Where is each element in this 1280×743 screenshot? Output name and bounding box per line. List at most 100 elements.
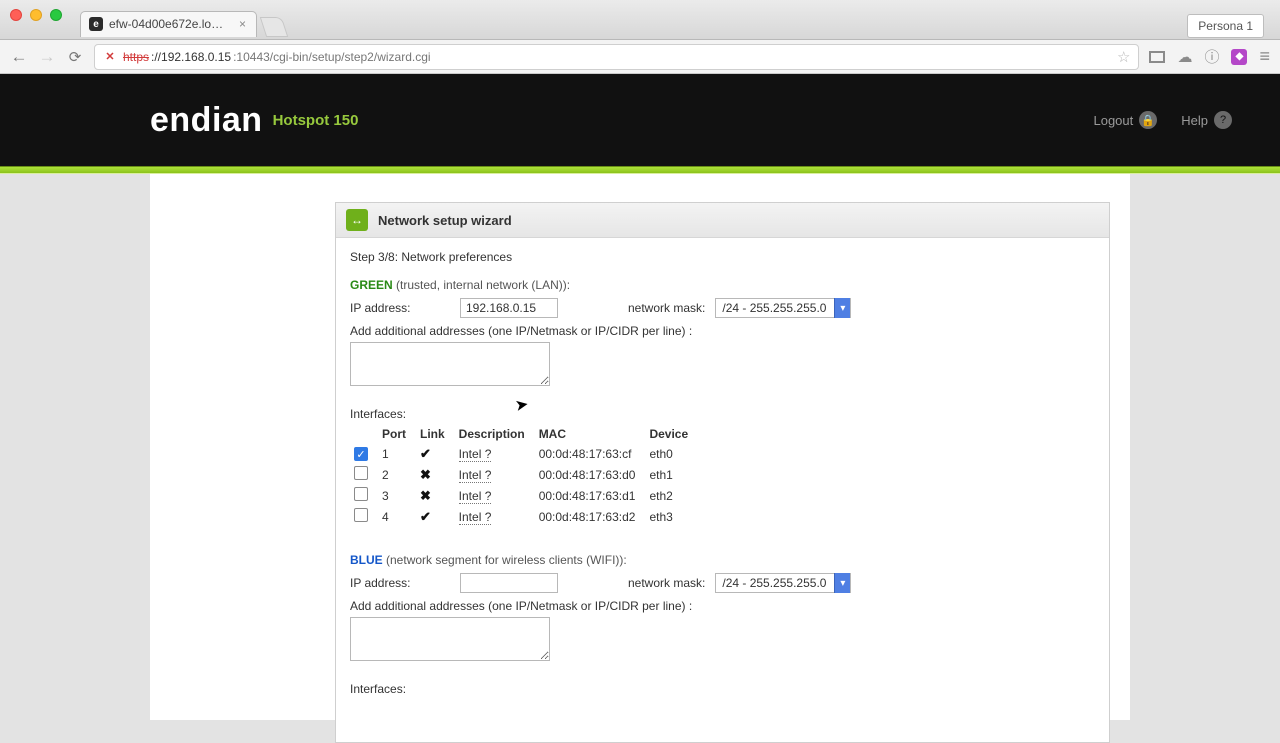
col-desc: Description: [455, 425, 535, 444]
help-icon: ?: [1214, 111, 1232, 129]
iface-desc: Intel ?: [459, 510, 492, 525]
wizard-icon: ↔: [346, 209, 368, 231]
left-gutter: [150, 174, 335, 720]
page-header: endian Hotspot 150 Logout 🔒 Help ?: [0, 74, 1280, 166]
wizard-step: Step 3/8: Network preferences: [350, 250, 1095, 264]
help-link[interactable]: Help ?: [1181, 111, 1232, 129]
bookmark-star-icon[interactable]: ☆: [1117, 48, 1130, 66]
chevron-down-icon: ▾: [834, 573, 850, 593]
tab-title: efw-04d00e672e.localdom: [109, 17, 229, 31]
traffic-lights: [10, 9, 62, 21]
back-button[interactable]: ←: [10, 47, 28, 67]
iface-desc: Intel ?: [459, 468, 492, 483]
extension-icon[interactable]: ◆: [1231, 49, 1247, 65]
table-row: 2✖Intel ?00:0d:48:17:63:d0eth1: [350, 464, 698, 485]
favicon-icon: e: [89, 17, 103, 31]
browser-tab[interactable]: e efw-04d00e672e.localdom ×: [80, 11, 257, 37]
cloud-icon[interactable]: [1177, 48, 1192, 66]
table-row: ✓ 1 ✔ Intel ? 00:0d:48:17:63:cfeth0: [350, 444, 698, 464]
toolbar-icons: ◆: [1149, 46, 1270, 67]
iface-device: eth2: [645, 485, 698, 506]
logout-link[interactable]: Logout 🔒: [1093, 111, 1157, 129]
green-mask-label: network mask:: [628, 301, 705, 315]
wizard-panel-header: ↔ Network setup wizard: [336, 203, 1109, 238]
link-up-icon: ✔: [420, 446, 431, 461]
green-iface-table: Port Link Description MAC Device ✓1✔Inte…: [350, 425, 698, 527]
omnibox[interactable]: ✕ https ://192.168.0.15 :10443/cgi-bin/s…: [94, 44, 1139, 70]
table-row: 3 ✖ Intel ? 00:0d:48:17:63:d1eth2: [350, 485, 698, 506]
blue-addl-textarea[interactable]: [350, 617, 550, 661]
iface-checkbox[interactable]: [354, 487, 368, 501]
window-maximize-button[interactable]: [50, 9, 62, 21]
stage: ↔ Network setup wizard Step 3/8: Network…: [0, 174, 1280, 720]
zone-green-name: GREEN: [350, 278, 393, 292]
green-addl-label: Add additional addresses (one IP/Netmask…: [350, 324, 1095, 338]
iface-checkbox[interactable]: [354, 466, 368, 480]
blue-mask-select[interactable]: /24 - 255.255.255.0 ▾: [715, 573, 851, 593]
chevron-down-icon: ▾: [834, 298, 850, 318]
zone-blue-name: BLUE: [350, 553, 383, 567]
address-bar-row: ← → ⟳ ✕ https ://192.168.0.15 :10443/cgi…: [0, 40, 1280, 74]
green-addl-textarea[interactable]: [350, 342, 550, 386]
wizard-panel: ↔ Network setup wizard Step 3/8: Network…: [335, 202, 1110, 743]
iface-mac: 00:0d:48:17:63:d2: [535, 506, 646, 527]
persona-badge[interactable]: Persona 1: [1187, 14, 1264, 38]
wizard-title: Network setup wizard: [378, 213, 512, 228]
table-row: 4✔Intel ?00:0d:48:17:63:d2eth3: [350, 506, 698, 527]
iface-mac: 00:0d:48:17:63:d1: [535, 485, 646, 506]
col-link: Link: [416, 425, 455, 444]
iface-device: eth0: [645, 444, 698, 464]
forward-button[interactable]: →: [38, 47, 56, 67]
new-tab-button[interactable]: [260, 17, 288, 37]
green-mask-select[interactable]: /24 - 255.255.255.0 ▾: [715, 298, 851, 318]
col-mac: MAC: [535, 425, 646, 444]
blue-iface-title: Interfaces:: [350, 682, 1095, 696]
zone-blue-desc: (network segment for wireless clients (W…: [386, 553, 627, 567]
window-close-button[interactable]: [10, 9, 22, 21]
iface-desc: Intel ?: [459, 447, 492, 462]
iface-desc: Intel ?: [459, 489, 492, 504]
wizard-panel-body: Step 3/8: Network preferences GREEN (tru…: [336, 238, 1109, 742]
brand-logo: endian: [150, 101, 263, 140]
green-mask-value: /24 - 255.255.255.0: [716, 301, 834, 315]
green-iface-title: Interfaces:: [350, 407, 1095, 421]
window-minimize-button[interactable]: [30, 9, 42, 21]
accent-bar: [0, 166, 1280, 174]
blue-addl-label: Add additional addresses (one IP/Netmask…: [350, 599, 1095, 613]
link-up-icon: ✔: [420, 509, 431, 524]
hamburger-menu-icon[interactable]: [1259, 46, 1270, 67]
logout-label: Logout: [1093, 113, 1133, 128]
url-path: :10443/cgi-bin/setup/step2/wizard.cgi: [233, 50, 430, 64]
tab-close-icon[interactable]: ×: [239, 17, 246, 31]
window-chrome: e efw-04d00e672e.localdom × Persona 1: [0, 0, 1280, 40]
main-column: ↔ Network setup wizard Step 3/8: Network…: [335, 174, 1130, 720]
panel-toggle-icon[interactable]: [1149, 51, 1165, 63]
iface-port: 2: [378, 464, 416, 485]
green-ip-label: IP address:: [350, 301, 450, 315]
blue-ip-input[interactable]: [460, 573, 558, 593]
blue-ip-label: IP address:: [350, 576, 450, 590]
green-ip-input[interactable]: [460, 298, 558, 318]
iface-mac: 00:0d:48:17:63:cf: [535, 444, 646, 464]
link-down-icon: ✖: [420, 488, 431, 503]
iface-device: eth1: [645, 464, 698, 485]
col-dev: Device: [645, 425, 698, 444]
blue-mask-value: /24 - 255.255.255.0: [716, 576, 834, 590]
iface-port: 4: [378, 506, 416, 527]
iface-port: 1: [378, 444, 416, 464]
brand-subtitle: Hotspot 150: [273, 112, 359, 129]
url-scheme: https: [123, 50, 149, 64]
tab-strip: e efw-04d00e672e.localdom ×: [80, 11, 285, 37]
iface-port: 3: [378, 485, 416, 506]
iface-checkbox[interactable]: ✓: [354, 447, 368, 461]
blue-mask-label: network mask:: [628, 576, 705, 590]
iface-checkbox[interactable]: [354, 508, 368, 522]
content-shell: ↔ Network setup wizard Step 3/8: Network…: [150, 174, 1130, 720]
zone-blue: BLUE (network segment for wireless clien…: [350, 553, 1095, 696]
info-icon[interactable]: [1204, 46, 1219, 67]
url-host: ://192.168.0.15: [151, 50, 231, 64]
help-label: Help: [1181, 113, 1208, 128]
ssl-warning-icon: ✕: [103, 50, 117, 64]
reload-button[interactable]: ⟳: [66, 48, 84, 66]
link-down-icon: ✖: [420, 467, 431, 482]
